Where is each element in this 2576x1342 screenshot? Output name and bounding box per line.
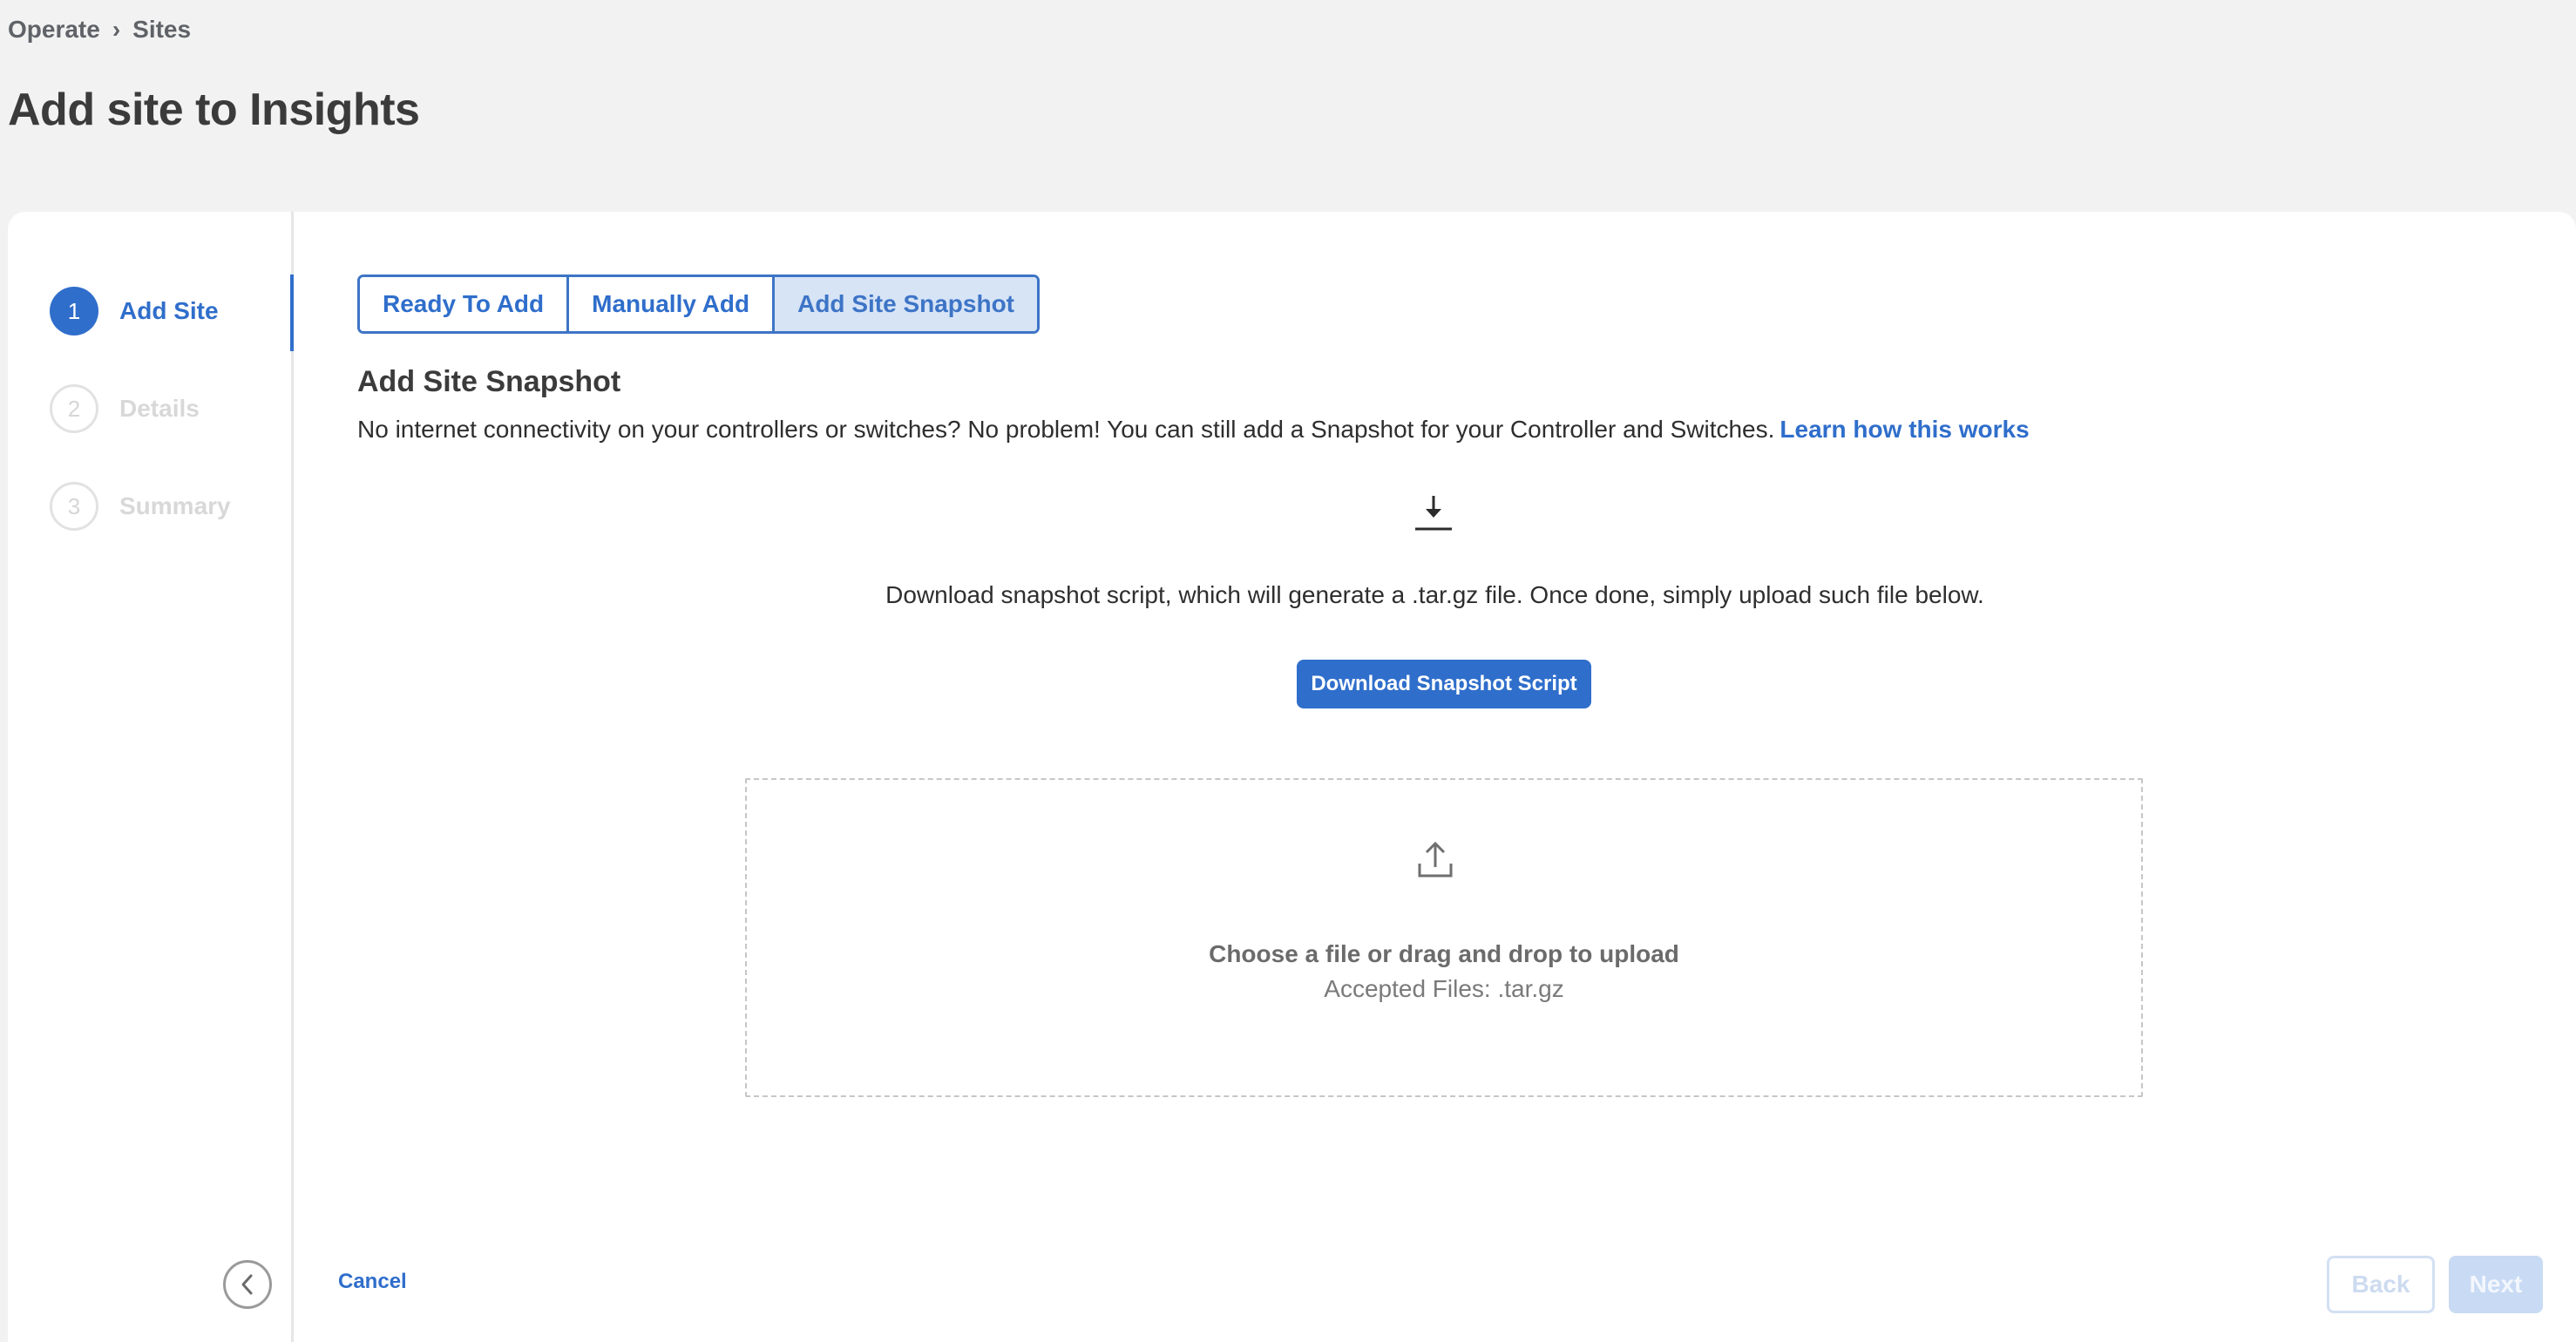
download-icon <box>1415 496 1452 531</box>
page-title: Add site to Insights <box>8 85 420 135</box>
breadcrumb-sites[interactable]: Sites <box>132 16 191 44</box>
step-label: Summary <box>119 492 231 519</box>
section-title: Add Site Snapshot <box>357 365 621 398</box>
step-details: 2 Details <box>50 384 200 433</box>
back-button[interactable]: Back <box>2327 1256 2435 1313</box>
step-number: 3 <box>50 482 98 531</box>
step-number: 2 <box>50 384 98 433</box>
dropzone-accepted-files: Accepted Files: .tar.gz <box>1324 975 1564 1002</box>
wizard-main: Ready To Add Manually Add Add Site Snaps… <box>294 212 2576 1342</box>
upload-icon <box>1418 841 1453 878</box>
step-add-site[interactable]: 1 Add Site <box>50 287 219 336</box>
add-method-tabs: Ready To Add Manually Add Add Site Snaps… <box>357 274 1041 334</box>
intro-text: No internet connectivity on your control… <box>357 416 2030 444</box>
tab-ready-to-add[interactable]: Ready To Add <box>360 277 567 331</box>
cancel-link[interactable]: Cancel <box>338 1270 407 1294</box>
learn-more-link[interactable]: Learn how this works <box>1779 416 2029 443</box>
wizard-stepper: 1 Add Site 2 Details 3 Summary <box>8 212 294 1342</box>
download-snapshot-script-button[interactable]: Download Snapshot Script <box>1297 660 1591 708</box>
step-label: Details <box>119 395 200 422</box>
chevron-left-icon <box>241 1274 253 1295</box>
wizard-card: 1 Add Site 2 Details 3 Summary Ready To … <box>8 212 2576 1342</box>
breadcrumb: Operate › Sites <box>8 16 191 44</box>
next-button[interactable]: Next <box>2449 1256 2543 1313</box>
dropzone-title: Choose a file or drag and drop to upload <box>1209 940 1679 967</box>
tab-manually-add[interactable]: Manually Add <box>566 277 773 331</box>
file-dropzone[interactable]: Choose a file or drag and drop to upload… <box>745 778 2143 1097</box>
intro-message: No internet connectivity on your control… <box>357 416 1775 443</box>
step-label: Add Site <box>119 297 219 324</box>
step-number: 1 <box>50 287 98 336</box>
breadcrumb-separator: › <box>112 16 121 43</box>
tab-add-site-snapshot[interactable]: Add Site Snapshot <box>772 277 1038 331</box>
step-summary: 3 Summary <box>50 482 231 531</box>
download-instructions: Download snapshot script, which will gen… <box>885 581 1984 608</box>
breadcrumb-operate[interactable]: Operate <box>8 16 100 44</box>
collapse-sidebar-button[interactable] <box>223 1260 272 1309</box>
